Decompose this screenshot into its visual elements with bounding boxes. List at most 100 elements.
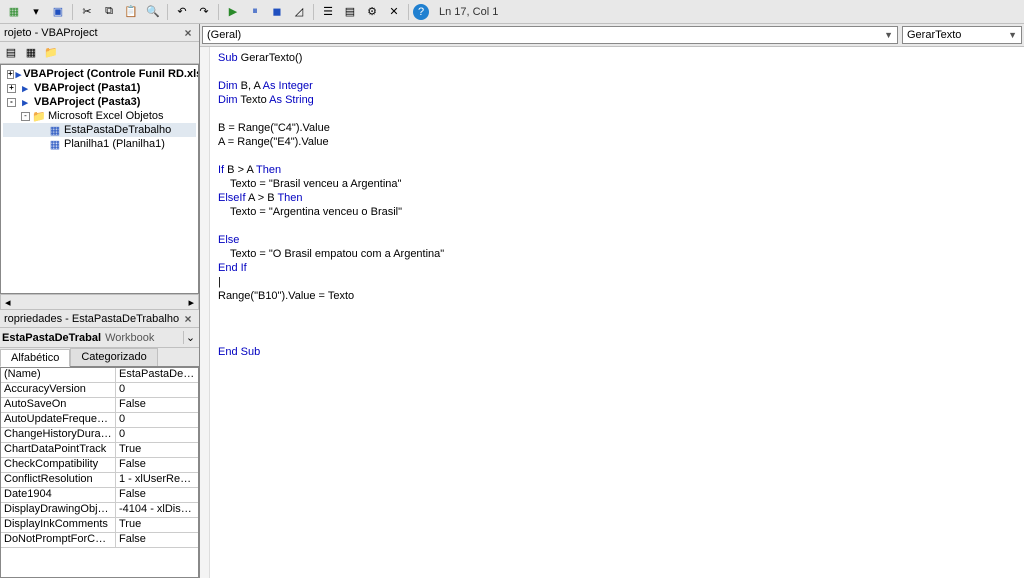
code-line[interactable]	[218, 107, 1016, 121]
property-row[interactable]: ChangeHistoryDuration0	[1, 428, 198, 443]
code-line[interactable]: End Sub	[218, 345, 1016, 359]
toggle-folders-icon[interactable]: 📁	[42, 45, 60, 61]
code-line[interactable]: Texto = "O Brasil empatou com a Argentin…	[218, 247, 1016, 261]
project-scrollbar[interactable]: ◂ ▸	[0, 294, 199, 310]
code-line[interactable]	[218, 317, 1016, 331]
code-line[interactable]	[218, 149, 1016, 163]
property-value[interactable]: False	[116, 398, 198, 412]
project-tree[interactable]: +▸VBAProject (Controle Funil RD.xlsx+▸VB…	[0, 64, 199, 294]
property-row[interactable]: CheckCompatibilityFalse	[1, 458, 198, 473]
properties-panel-header: ropriedades - EstaPastaDeTrabalho ×	[0, 310, 199, 328]
undo-icon[interactable]: ↶	[172, 3, 192, 21]
code-line[interactable]: If B > A Then	[218, 163, 1016, 177]
view-object-icon[interactable]: ▦	[22, 45, 40, 61]
code-line[interactable]: A = Range("E4").Value	[218, 135, 1016, 149]
toolbox-icon[interactable]: ✕	[384, 3, 404, 21]
property-value[interactable]: 0	[116, 383, 198, 397]
scroll-left-icon[interactable]: ◂	[5, 296, 11, 309]
code-line[interactable]: Else	[218, 233, 1016, 247]
paste-icon[interactable]: 📋	[121, 3, 141, 21]
left-panel: rojeto - VBAProject × ▤ ▦ 📁 +▸VBAProject…	[0, 24, 200, 578]
view-dropdown-icon[interactable]: ▾	[26, 3, 46, 21]
property-row[interactable]: DoNotPromptForConveFalse	[1, 533, 198, 548]
property-value[interactable]: False	[116, 458, 198, 472]
chevron-down-icon[interactable]: ⌄	[183, 331, 197, 344]
run-icon[interactable]: ▶	[223, 3, 243, 21]
find-icon[interactable]: 🔍	[143, 3, 163, 21]
property-row[interactable]: AutoUpdateFrequency0	[1, 413, 198, 428]
property-value[interactable]: True	[116, 518, 198, 532]
tree-toggle-icon[interactable]: +	[7, 84, 16, 93]
property-name: DoNotPromptForConve	[1, 533, 116, 547]
code-line[interactable]: Range("B10").Value = Texto	[218, 289, 1016, 303]
view-code-icon[interactable]: ▤	[2, 45, 20, 61]
code-line[interactable]: End If	[218, 261, 1016, 275]
property-value[interactable]: 0	[116, 413, 198, 427]
redo-icon[interactable]: ↷	[194, 3, 214, 21]
reset-icon[interactable]: ◼	[267, 3, 287, 21]
chevron-down-icon[interactable]: ▼	[884, 30, 893, 40]
excel-icon[interactable]: ▦	[4, 3, 24, 21]
close-icon[interactable]: ×	[181, 312, 195, 326]
object-combo[interactable]: (Geral) ▼	[202, 26, 898, 44]
procedure-combo[interactable]: GerarTexto ▼	[902, 26, 1022, 44]
property-value[interactable]: -4104 - xlDisplayShap	[116, 503, 198, 517]
tree-item[interactable]: ▦EstaPastaDeTrabalho	[3, 123, 196, 137]
code-line[interactable]	[218, 331, 1016, 345]
break-icon[interactable]: ⏸	[245, 3, 265, 21]
tree-item[interactable]: -▸VBAProject (Pasta3)	[3, 95, 196, 109]
tree-toggle-icon[interactable]: +	[7, 70, 14, 79]
design-mode-icon[interactable]: ◿	[289, 3, 309, 21]
tab-alfabetico[interactable]: Alfabético	[0, 349, 70, 367]
tree-item[interactable]: ▦Planilha1 (Planilha1)	[3, 137, 196, 151]
code-editor[interactable]: Sub GerarTexto() Dim B, A As IntegerDim …	[200, 47, 1024, 578]
property-row[interactable]: (Name)EstaPastaDeTrabalho	[1, 368, 198, 383]
chevron-down-icon[interactable]: ▼	[1008, 30, 1017, 40]
property-value[interactable]: False	[116, 488, 198, 502]
property-row[interactable]: DisplayDrawingObjects-4104 - xlDisplaySh…	[1, 503, 198, 518]
code-line[interactable]: Texto = "Brasil venceu a Argentina"	[218, 177, 1016, 191]
property-row[interactable]: ConflictResolution1 - xlUserResolution	[1, 473, 198, 488]
properties-icon[interactable]: ▤	[340, 3, 360, 21]
copy-icon[interactable]: ⧉	[99, 3, 119, 21]
scroll-right-icon[interactable]: ▸	[188, 296, 194, 309]
code-line[interactable]: Sub GerarTexto()	[218, 51, 1016, 65]
property-row[interactable]: AccuracyVersion0	[1, 383, 198, 398]
close-icon[interactable]: ×	[181, 26, 195, 40]
property-value[interactable]: False	[116, 533, 198, 547]
tree-item[interactable]: +▸VBAProject (Controle Funil RD.xlsx	[3, 67, 196, 81]
code-line[interactable]: Texto = "Argentina venceu o Brasil"	[218, 205, 1016, 219]
property-row[interactable]: DisplayInkCommentsTrue	[1, 518, 198, 533]
code-line[interactable]: Dim B, A As Integer	[218, 79, 1016, 93]
property-row[interactable]: Date1904False	[1, 488, 198, 503]
code-line[interactable]	[218, 219, 1016, 233]
cut-icon[interactable]: ✂	[77, 3, 97, 21]
tree-item[interactable]: -📁Microsoft Excel Objetos	[3, 109, 196, 123]
property-value[interactable]: 1 - xlUserResolution	[116, 473, 198, 487]
property-value[interactable]: EstaPastaDeTrabalho	[116, 368, 198, 382]
property-value[interactable]: 0	[116, 428, 198, 442]
code-line[interactable]	[218, 65, 1016, 79]
object-browser-icon[interactable]: ⚙	[362, 3, 382, 21]
code-line[interactable]: Dim Texto As String	[218, 93, 1016, 107]
properties-grid[interactable]: (Name)EstaPastaDeTrabalhoAccuracyVersion…	[0, 367, 199, 578]
project-explorer-icon[interactable]: ☰	[318, 3, 338, 21]
project-toolbar: ▤ ▦ 📁	[0, 42, 199, 64]
tree-item-label: Microsoft Excel Objetos	[48, 110, 164, 122]
code-line[interactable]	[218, 303, 1016, 317]
property-row[interactable]: ChartDataPointTrackTrue	[1, 443, 198, 458]
save-icon[interactable]: ▣	[48, 3, 68, 21]
properties-tabs: Alfabético Categorizado	[0, 348, 199, 367]
tab-categorizado[interactable]: Categorizado	[70, 348, 157, 366]
help-icon[interactable]: ?	[413, 4, 429, 20]
property-row[interactable]: AutoSaveOnFalse	[1, 398, 198, 413]
properties-object-combo[interactable]: EstaPastaDeTrabal Workbook ⌄	[0, 328, 199, 348]
code-line[interactable]: |	[218, 275, 1016, 289]
tree-toggle-icon[interactable]: -	[7, 98, 16, 107]
code-line[interactable]: ElseIf A > B Then	[218, 191, 1016, 205]
code-line[interactable]: B = Range("C4").Value	[218, 121, 1016, 135]
tree-toggle-icon[interactable]: -	[21, 112, 30, 121]
tree-item[interactable]: +▸VBAProject (Pasta1)	[3, 81, 196, 95]
property-value[interactable]: True	[116, 443, 198, 457]
code-text[interactable]: Sub GerarTexto() Dim B, A As IntegerDim …	[210, 47, 1024, 578]
